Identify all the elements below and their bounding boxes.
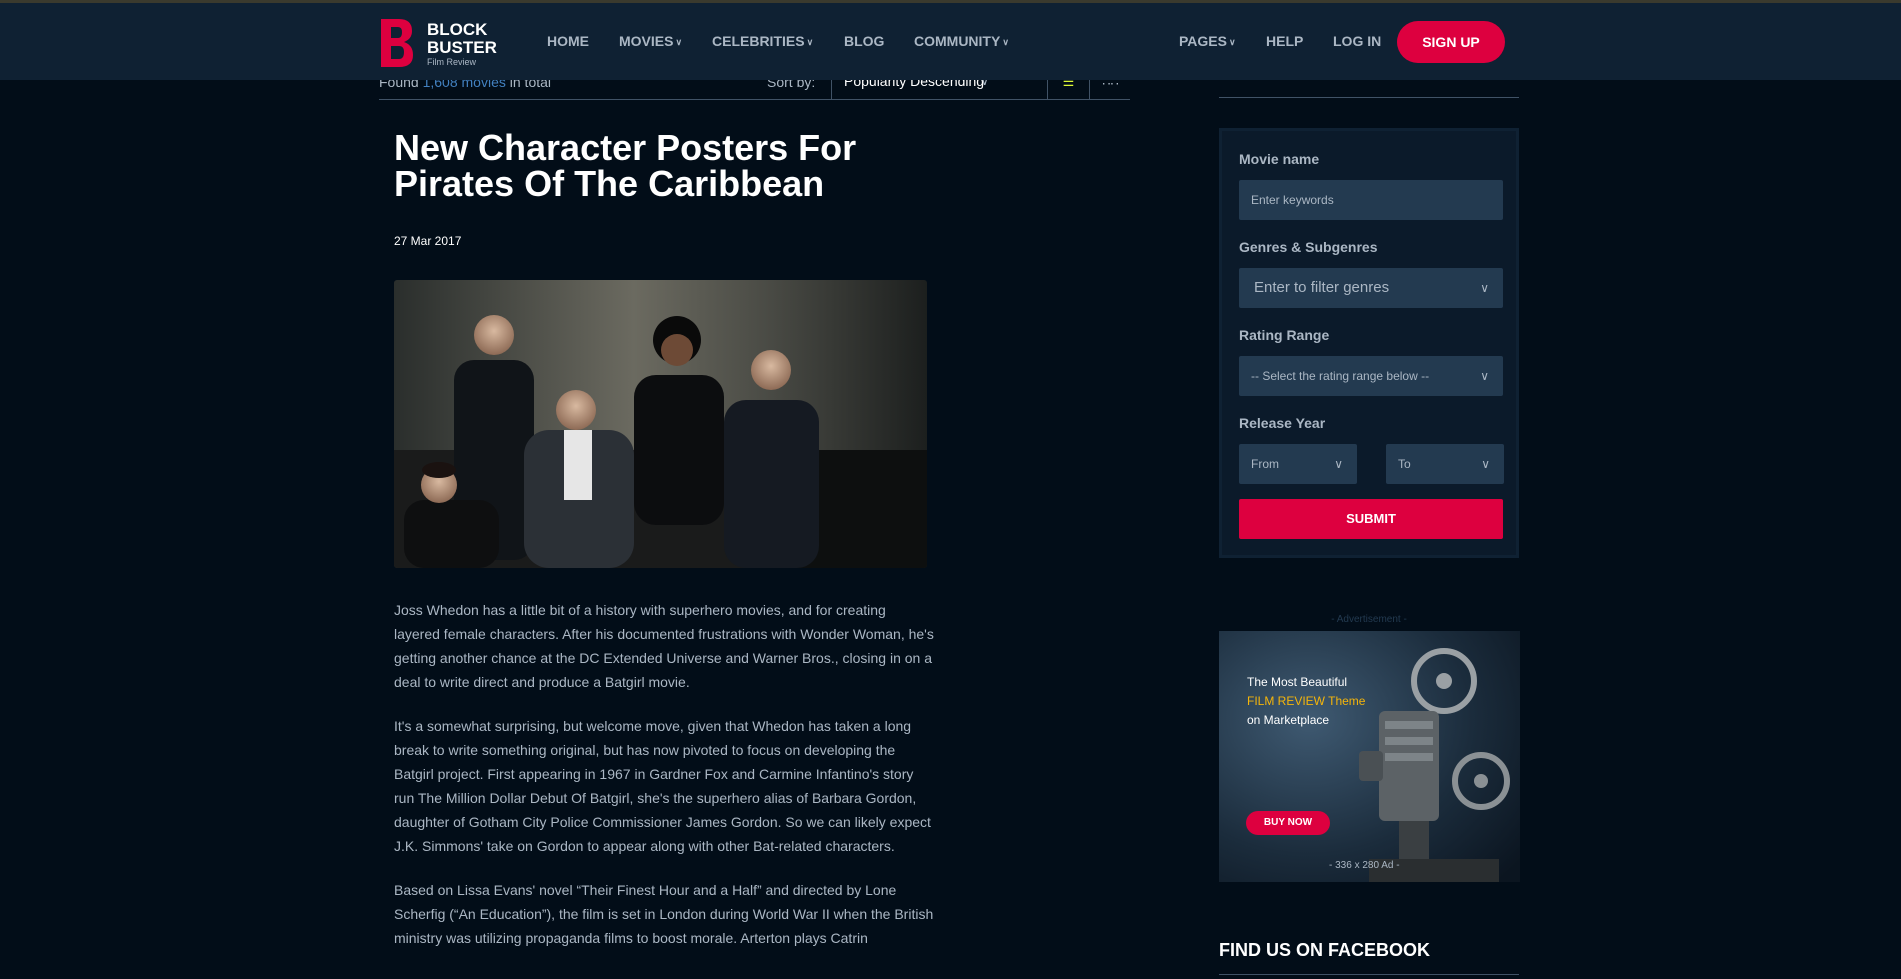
chevron-down-icon: ∨ (1334, 457, 1343, 471)
nav-blog[interactable]: BLOG (844, 33, 884, 49)
article-paragraph: Joss Whedon has a little bit of a histor… (394, 602, 934, 690)
genres-label: Genres & Subgenres (1239, 239, 1378, 255)
year-to-select[interactable]: To ∨ (1386, 444, 1504, 484)
article-date: 27 Mar 2017 (394, 234, 462, 248)
article-paragraph: Based on Lissa Evans' novel “Their Fines… (394, 882, 934, 946)
chevron-down-icon: ∨ (1480, 281, 1489, 295)
brand-subtitle: Film Review (427, 57, 477, 67)
nav-login[interactable]: LOG IN (1333, 33, 1381, 49)
nav-community[interactable]: COMMUNITY ∨ (914, 33, 1009, 49)
nav-home[interactable]: HOME (547, 33, 589, 49)
article-title: New Character Posters For Pirates Of The… (394, 127, 857, 204)
logo-b-icon (381, 19, 413, 67)
nav-movies[interactable]: MOVIES ∨ (619, 33, 682, 49)
rating-select[interactable]: -- Select the rating range below -- ∨ (1239, 356, 1503, 396)
advertisement-label: - Advertisement - (1331, 614, 1407, 625)
advertisement-banner[interactable]: The Most Beautiful FILM REVIEW Theme on … (1219, 631, 1520, 882)
signup-button[interactable]: SIGN UP (1397, 21, 1505, 63)
facebook-divider (1219, 974, 1519, 975)
chevron-down-icon: ∨ (1228, 37, 1236, 47)
chevron-down-icon: ∨ (1481, 457, 1490, 471)
nav-celebrities[interactable]: CELEBRITIES ∨ (712, 33, 813, 49)
movie-search-form: Movie name Enter keywords Genres & Subge… (1219, 128, 1519, 558)
release-year-label: Release Year (1239, 415, 1326, 431)
submit-button[interactable]: SUBMIT (1239, 499, 1503, 539)
genres-select[interactable]: Enter to filter genres ∨ (1239, 268, 1503, 308)
buy-now-button[interactable]: BUY NOW (1246, 811, 1330, 835)
chevron-down-icon: ∨ (675, 37, 683, 47)
brand-logo[interactable]: BLOCK BUSTER Film Review (379, 17, 499, 69)
movie-name-input[interactable]: Enter keywords (1239, 180, 1503, 220)
rating-label: Rating Range (1239, 327, 1330, 343)
article-paragraph: It's a somewhat surprising, but welcome … (394, 718, 931, 854)
projector-image (1219, 631, 1520, 882)
ad-size-label: - 336 x 280 Ad - (1329, 860, 1400, 871)
sidebar-divider (1219, 97, 1519, 98)
year-from-select[interactable]: From ∨ (1239, 444, 1357, 484)
chevron-down-icon: ∨ (806, 37, 814, 47)
movie-name-label: Movie name (1239, 151, 1320, 167)
brand-name: BLOCK BUSTER (427, 20, 497, 57)
article-hero-image (394, 280, 927, 568)
article-body: Joss Whedon has a little bit of a histor… (394, 598, 934, 970)
nav-pages[interactable]: PAGES ∨ (1179, 33, 1236, 49)
main-navbar: BLOCK BUSTER Film Review HOME MOVIES ∨ CE… (0, 3, 1901, 80)
chevron-down-icon: ∨ (1002, 37, 1009, 47)
chevron-down-icon: ∨ (1480, 369, 1489, 383)
nav-help[interactable]: HELP (1266, 33, 1303, 49)
ad-text: The Most Beautiful FILM REVIEW Theme on … (1247, 675, 1366, 727)
facebook-section-title: FIND US ON FACEBOOK (1219, 940, 1431, 960)
